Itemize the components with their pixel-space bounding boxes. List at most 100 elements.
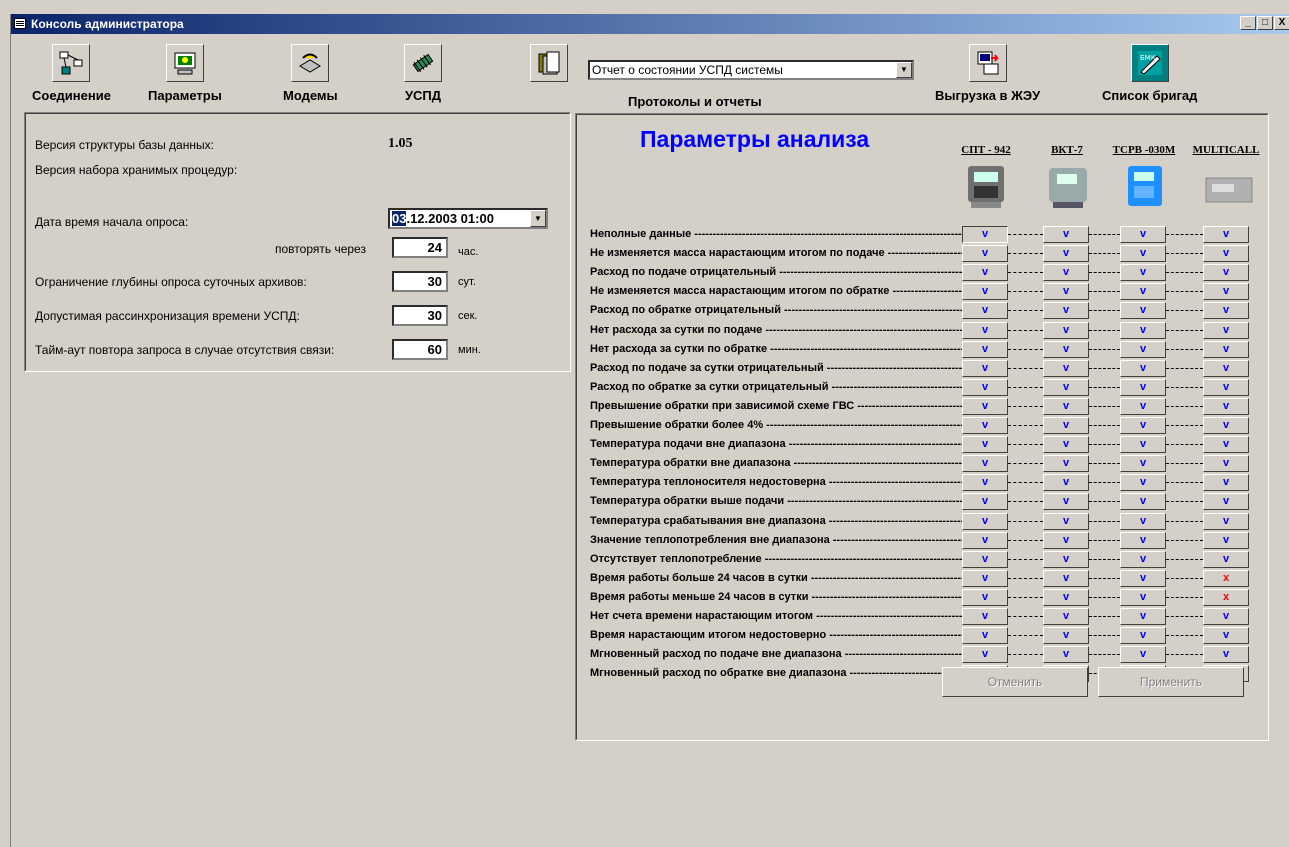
analysis-toggle-multicall[interactable]: v: [1203, 245, 1249, 262]
analysis-toggle-тсрв-030м[interactable]: v: [1120, 627, 1166, 644]
uspd-button[interactable]: УСПД: [404, 44, 442, 103]
analysis-toggle-multicall[interactable]: v: [1203, 417, 1249, 434]
analysis-toggle-тсрв-030м[interactable]: v: [1120, 341, 1166, 358]
analysis-toggle-тсрв-030м[interactable]: v: [1120, 417, 1166, 434]
analysis-toggle-тсрв-030м[interactable]: v: [1120, 513, 1166, 530]
analysis-toggle-спт-942[interactable]: v: [962, 455, 1008, 472]
analysis-toggle-вкт-7[interactable]: v: [1043, 513, 1089, 530]
analysis-toggle-тсрв-030м[interactable]: v: [1120, 532, 1166, 549]
analysis-toggle-multicall[interactable]: x: [1203, 589, 1249, 606]
brigades-button[interactable]: БМК Список бригад: [1102, 44, 1197, 103]
repeat-field[interactable]: 24: [392, 237, 448, 258]
analysis-toggle-тсрв-030м[interactable]: v: [1120, 570, 1166, 587]
analysis-toggle-вкт-7[interactable]: v: [1043, 264, 1089, 281]
analysis-toggle-multicall[interactable]: v: [1203, 646, 1249, 663]
analysis-toggle-вкт-7[interactable]: v: [1043, 283, 1089, 300]
analysis-toggle-тсрв-030м[interactable]: v: [1120, 322, 1166, 339]
maximize-button[interactable]: □: [1257, 16, 1273, 30]
analysis-toggle-спт-942[interactable]: v: [962, 436, 1008, 453]
analysis-toggle-спт-942[interactable]: v: [962, 341, 1008, 358]
analysis-toggle-multicall[interactable]: v: [1203, 474, 1249, 491]
analysis-toggle-тсрв-030м[interactable]: v: [1120, 379, 1166, 396]
analysis-toggle-multicall[interactable]: v: [1203, 398, 1249, 415]
analysis-toggle-тсрв-030м[interactable]: v: [1120, 589, 1166, 606]
analysis-toggle-спт-942[interactable]: v: [962, 283, 1008, 300]
analysis-toggle-вкт-7[interactable]: v: [1043, 436, 1089, 453]
analysis-toggle-multicall[interactable]: v: [1203, 627, 1249, 644]
analysis-toggle-multicall[interactable]: v: [1203, 341, 1249, 358]
apply-button[interactable]: Применить: [1098, 667, 1244, 697]
analysis-toggle-спт-942[interactable]: v: [962, 532, 1008, 549]
params-button[interactable]: Параметры: [148, 44, 222, 103]
connection-button[interactable]: Соединение: [32, 44, 111, 103]
report-select[interactable]: Отчет о состоянии УСПД системы ▼: [588, 60, 914, 80]
analysis-toggle-спт-942[interactable]: v: [962, 608, 1008, 625]
analysis-toggle-вкт-7[interactable]: v: [1043, 608, 1089, 625]
analysis-toggle-спт-942[interactable]: v: [962, 513, 1008, 530]
analysis-toggle-вкт-7[interactable]: v: [1043, 398, 1089, 415]
analysis-toggle-тсрв-030м[interactable]: v: [1120, 245, 1166, 262]
analysis-toggle-тсрв-030м[interactable]: v: [1120, 264, 1166, 281]
analysis-toggle-тсрв-030м[interactable]: v: [1120, 455, 1166, 472]
analysis-toggle-вкт-7[interactable]: v: [1043, 493, 1089, 510]
analysis-toggle-спт-942[interactable]: v: [962, 570, 1008, 587]
analysis-toggle-спт-942[interactable]: v: [962, 379, 1008, 396]
analysis-toggle-вкт-7[interactable]: v: [1043, 302, 1089, 319]
analysis-toggle-вкт-7[interactable]: v: [1043, 589, 1089, 606]
analysis-toggle-multicall[interactable]: x: [1203, 570, 1249, 587]
analysis-toggle-тсрв-030м[interactable]: v: [1120, 608, 1166, 625]
analysis-toggle-тсрв-030м[interactable]: v: [1120, 646, 1166, 663]
analysis-toggle-multicall[interactable]: v: [1203, 264, 1249, 281]
chevron-down-icon[interactable]: ▼: [530, 210, 546, 227]
analysis-toggle-вкт-7[interactable]: v: [1043, 570, 1089, 587]
start-datetime-field[interactable]: 03.12.2003 01:00 ▼: [388, 208, 548, 229]
analysis-toggle-спт-942[interactable]: v: [962, 627, 1008, 644]
analysis-toggle-multicall[interactable]: v: [1203, 436, 1249, 453]
analysis-toggle-тсрв-030м[interactable]: v: [1120, 436, 1166, 453]
analysis-toggle-спт-942[interactable]: v: [962, 245, 1008, 262]
analysis-toggle-вкт-7[interactable]: v: [1043, 455, 1089, 472]
analysis-toggle-тсрв-030м[interactable]: v: [1120, 474, 1166, 491]
analysis-toggle-спт-942[interactable]: v: [962, 551, 1008, 568]
analysis-toggle-спт-942[interactable]: v: [962, 398, 1008, 415]
analysis-toggle-спт-942[interactable]: v: [962, 302, 1008, 319]
analysis-toggle-multicall[interactable]: v: [1203, 551, 1249, 568]
analysis-toggle-тсрв-030м[interactable]: v: [1120, 551, 1166, 568]
timeout-field[interactable]: 60: [392, 339, 448, 360]
analysis-toggle-multicall[interactable]: v: [1203, 455, 1249, 472]
analysis-toggle-тсрв-030м[interactable]: v: [1120, 493, 1166, 510]
analysis-toggle-тсрв-030м[interactable]: v: [1120, 302, 1166, 319]
reports-button[interactable]: [530, 44, 568, 82]
analysis-toggle-вкт-7[interactable]: v: [1043, 341, 1089, 358]
analysis-toggle-вкт-7[interactable]: v: [1043, 360, 1089, 377]
analysis-toggle-тсрв-030м[interactable]: v: [1120, 398, 1166, 415]
analysis-toggle-тсрв-030м[interactable]: v: [1120, 226, 1166, 243]
analysis-toggle-вкт-7[interactable]: v: [1043, 322, 1089, 339]
analysis-toggle-спт-942[interactable]: v: [962, 474, 1008, 491]
analysis-toggle-multicall[interactable]: v: [1203, 283, 1249, 300]
analysis-toggle-multicall[interactable]: v: [1203, 302, 1249, 319]
analysis-toggle-спт-942[interactable]: v: [962, 226, 1008, 243]
analysis-toggle-multicall[interactable]: v: [1203, 379, 1249, 396]
analysis-toggle-вкт-7[interactable]: v: [1043, 245, 1089, 262]
depth-field[interactable]: 30: [392, 271, 448, 292]
analysis-toggle-вкт-7[interactable]: v: [1043, 417, 1089, 434]
analysis-toggle-вкт-7[interactable]: v: [1043, 379, 1089, 396]
minimize-button[interactable]: _: [1240, 16, 1256, 30]
analysis-toggle-вкт-7[interactable]: v: [1043, 627, 1089, 644]
analysis-toggle-спт-942[interactable]: v: [962, 360, 1008, 377]
analysis-toggle-спт-942[interactable]: v: [962, 322, 1008, 339]
analysis-toggle-multicall[interactable]: v: [1203, 226, 1249, 243]
analysis-toggle-спт-942[interactable]: v: [962, 646, 1008, 663]
analysis-toggle-тсрв-030м[interactable]: v: [1120, 283, 1166, 300]
modems-button[interactable]: Модемы: [283, 44, 338, 103]
analysis-toggle-вкт-7[interactable]: v: [1043, 226, 1089, 243]
analysis-toggle-спт-942[interactable]: v: [962, 264, 1008, 281]
desync-field[interactable]: 30: [392, 305, 448, 326]
analysis-toggle-вкт-7[interactable]: v: [1043, 532, 1089, 549]
cancel-button[interactable]: Отменить: [942, 667, 1088, 697]
analysis-toggle-тсрв-030м[interactable]: v: [1120, 360, 1166, 377]
analysis-toggle-multicall[interactable]: v: [1203, 608, 1249, 625]
analysis-toggle-спт-942[interactable]: v: [962, 493, 1008, 510]
analysis-toggle-спт-942[interactable]: v: [962, 417, 1008, 434]
